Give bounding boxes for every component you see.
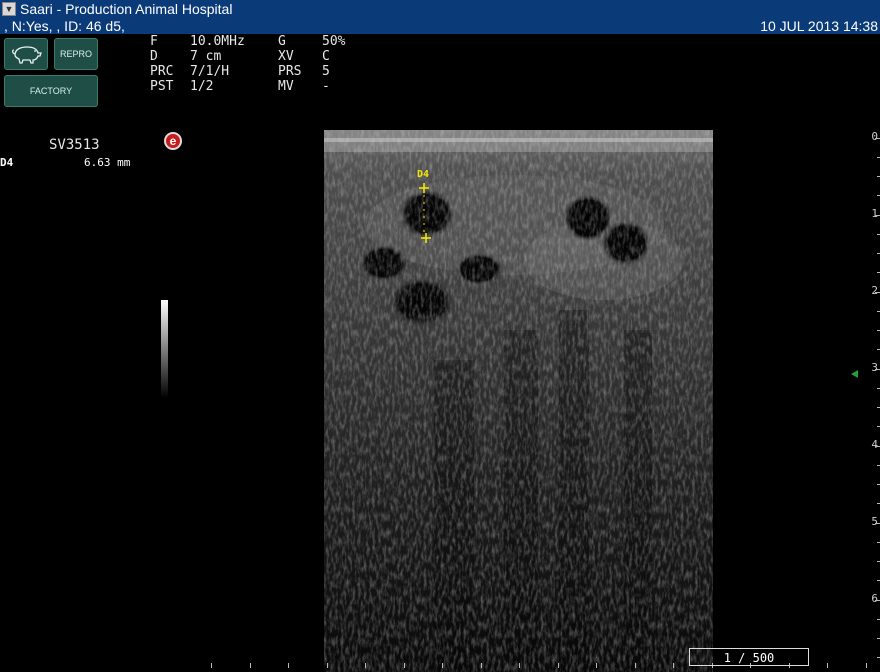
- depth-label: 2: [871, 284, 878, 297]
- bottom-tick: [327, 663, 328, 668]
- window-title: Saari - Production Animal Hospital: [20, 1, 233, 17]
- parameter-v1: 1/2: [190, 79, 214, 94]
- window-menu-icon[interactable]: ▼: [2, 2, 16, 16]
- patient-info: , N:Yes, , ID: 46 d5,: [4, 18, 125, 34]
- grayscale-bar: [161, 300, 168, 398]
- parameter-row: D 7 cm XV C: [150, 49, 345, 64]
- bottom-tick: [481, 663, 482, 668]
- bottom-tick: [519, 663, 520, 668]
- bottom-tick: [635, 663, 636, 668]
- e-mode-icon[interactable]: e: [164, 132, 182, 150]
- depth-label: 6: [871, 592, 878, 605]
- depth-label: 4: [871, 438, 878, 451]
- parameter-v1: 7 cm: [190, 49, 222, 64]
- depth-tick: [875, 523, 880, 524]
- parameter-v1: 10.0MHz: [190, 34, 245, 49]
- parameter-row: PST 1/2 MV -: [150, 79, 345, 94]
- depth-tick: [875, 600, 880, 601]
- frame-counter[interactable]: 1 / 500: [689, 648, 809, 666]
- title-bar: ▼ Saari - Production Animal Hospital , N…: [0, 0, 880, 34]
- depth-tick: [875, 215, 880, 216]
- bottom-tick: [596, 663, 597, 668]
- parameter-k1: D: [150, 49, 158, 64]
- bottom-tick: [365, 663, 366, 668]
- bottom-tick: [442, 663, 443, 668]
- parameter-v2: C: [322, 49, 330, 64]
- depth-label: 3: [871, 361, 878, 374]
- ultrasound-image[interactable]: [324, 130, 713, 672]
- bottom-tick: [673, 663, 674, 668]
- bottom-tick: [404, 663, 405, 668]
- pig-preset-button[interactable]: [4, 38, 48, 70]
- depth-label: 5: [871, 515, 878, 528]
- parameter-k1: F: [150, 34, 158, 49]
- focus-marker-icon[interactable]: [851, 370, 858, 378]
- parameter-k2: MV: [278, 79, 294, 94]
- parameter-k2: G: [278, 34, 286, 49]
- repro-button[interactable]: REPRO: [54, 38, 98, 70]
- parameter-k2: PRS: [278, 64, 302, 79]
- parameter-row: F 10.0MHz G 50%: [150, 34, 345, 49]
- parameter-k2: XV: [278, 49, 294, 64]
- bottom-tick: [558, 663, 559, 668]
- parameter-row: PRC 7/1/H PRS 5: [150, 64, 345, 79]
- depth-label: 1: [871, 207, 878, 220]
- measurement-label: D4: [0, 156, 14, 169]
- depth-tick: [875, 138, 880, 139]
- parameter-k1: PRC: [150, 64, 174, 79]
- pig-icon: [12, 46, 42, 64]
- depth-tick: [875, 292, 880, 293]
- parameter-v1: 7/1/H: [190, 64, 230, 79]
- parameter-k1: PST: [150, 79, 174, 94]
- factory-button[interactable]: FACTORY: [4, 75, 98, 107]
- parameter-v2: 50%: [322, 34, 346, 49]
- bottom-tick: [827, 663, 828, 668]
- bottom-tick: [288, 663, 289, 668]
- bottom-tick: [211, 663, 212, 668]
- depth-tick: [875, 446, 880, 447]
- parameter-v2: -: [322, 79, 330, 94]
- parameter-v2: 5: [322, 64, 330, 79]
- measurement-value: 6.63 mm: [84, 156, 131, 169]
- caliper-label: D4: [417, 169, 430, 180]
- depth-label: 0: [871, 130, 878, 143]
- bottom-tick: [866, 663, 867, 668]
- imaging-parameters: F 10.0MHz G 50% D 7 cm XV C PRC 7/1/H PRS 5 PST 1/2 MV…: [150, 34, 345, 94]
- probe-name: SV3513: [49, 137, 100, 153]
- date-time: 10 JUL 2013 14:38: [760, 18, 878, 34]
- depth-tick: [875, 369, 880, 370]
- bottom-tick: [250, 663, 251, 668]
